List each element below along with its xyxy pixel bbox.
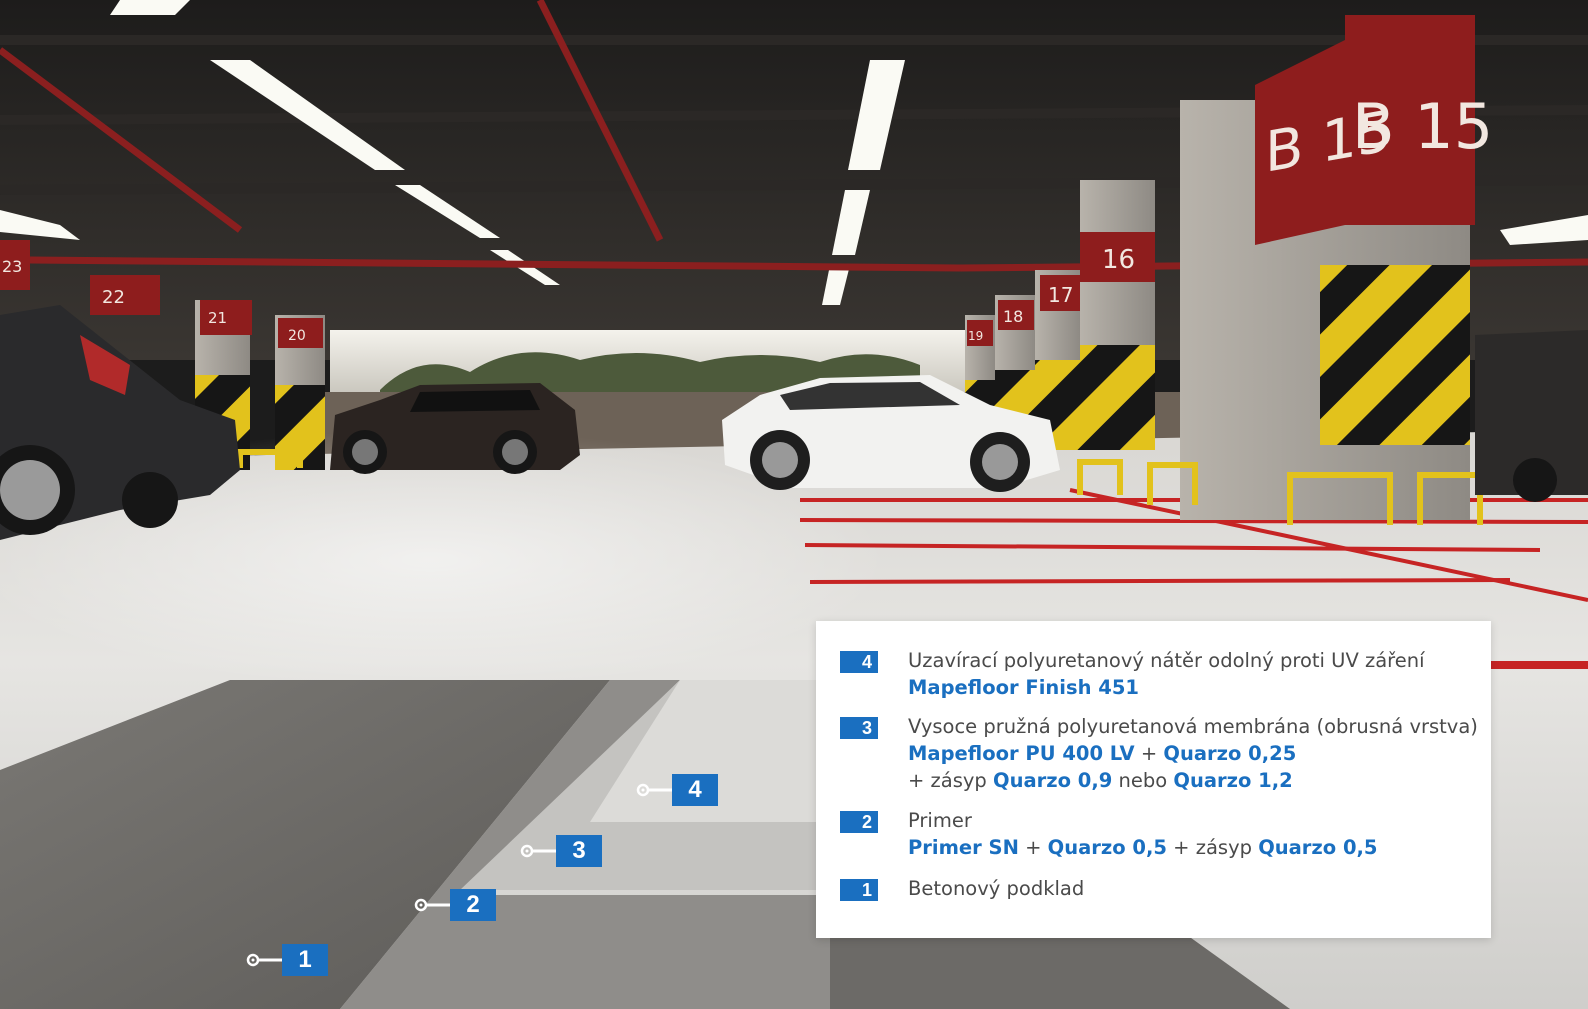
- legend-text: Uzavírací polyuretanový nátěr odolný pro…: [908, 647, 1478, 701]
- sign-17: 17: [1048, 283, 1073, 307]
- callout-number: 1: [282, 944, 328, 976]
- legend-description: Primer: [908, 809, 972, 832]
- legend-item-3: 3 Vysoce pružná polyuretanová membrána (…: [840, 713, 1478, 794]
- sign-21: 21: [208, 309, 227, 327]
- legend-badge: 3: [840, 717, 878, 739]
- product-name: Primer SN: [908, 836, 1019, 859]
- legend-item-2: 2 Primer Primer SN + Quarzo 0,5 + zásyp …: [840, 807, 1478, 861]
- pin-icon: [246, 953, 282, 967]
- callout-number: 3: [556, 835, 602, 867]
- legend-description: Betonový podklad: [908, 877, 1085, 900]
- legend-badge: 1: [840, 879, 878, 901]
- pin-icon: [636, 783, 672, 797]
- product-name: Mapefloor Finish 451: [908, 676, 1139, 699]
- car-right-dark: [1475, 330, 1588, 502]
- sign-18: 18: [1003, 307, 1023, 326]
- product-name: Mapefloor PU 400 LV: [908, 742, 1135, 765]
- sign-16: 16: [1102, 245, 1135, 275]
- callout-3: 3: [520, 835, 602, 867]
- sign-19: 19: [968, 329, 983, 343]
- legend-badge: 4: [840, 651, 878, 673]
- pin-icon: [414, 898, 450, 912]
- sign-23: 23: [2, 257, 22, 276]
- product-name: Quarzo 1,2: [1173, 769, 1293, 792]
- product-name: Quarzo 0,5: [1258, 836, 1378, 859]
- product-name: Quarzo 0,9: [993, 769, 1113, 792]
- legend-text: Primer Primer SN + Quarzo 0,5 + zásyp Qu…: [908, 807, 1478, 861]
- big-sign-right: B 15: [1352, 90, 1493, 163]
- callout-2: 2: [414, 889, 496, 921]
- layer-legend: 4 Uzavírací polyuretanový nátěr odolný p…: [816, 621, 1491, 938]
- callout-4: 4: [636, 774, 718, 806]
- sign-22: 22: [102, 287, 125, 308]
- callout-1: 1: [246, 944, 328, 976]
- legend-description: Vysoce pružná polyuretanová membrána (ob…: [908, 715, 1478, 765]
- legend-item-1: 1 Betonový podklad: [840, 875, 1478, 902]
- legend-text: Vysoce pružná polyuretanová membrána (ob…: [908, 715, 1478, 792]
- callout-number: 2: [450, 889, 496, 921]
- product-name: Quarzo 0,25: [1163, 742, 1297, 765]
- legend-badge: 2: [840, 811, 878, 833]
- product-name: Quarzo 0,5: [1047, 836, 1167, 859]
- legend-item-4: 4 Uzavírací polyuretanový nátěr odolný p…: [840, 647, 1478, 701]
- sign-20: 20: [288, 328, 306, 344]
- legend-description: Uzavírací polyuretanový nátěr odolný pro…: [908, 649, 1425, 672]
- legend-text: Betonový podklad: [908, 875, 1478, 902]
- pin-icon: [520, 844, 556, 858]
- callout-number: 4: [672, 774, 718, 806]
